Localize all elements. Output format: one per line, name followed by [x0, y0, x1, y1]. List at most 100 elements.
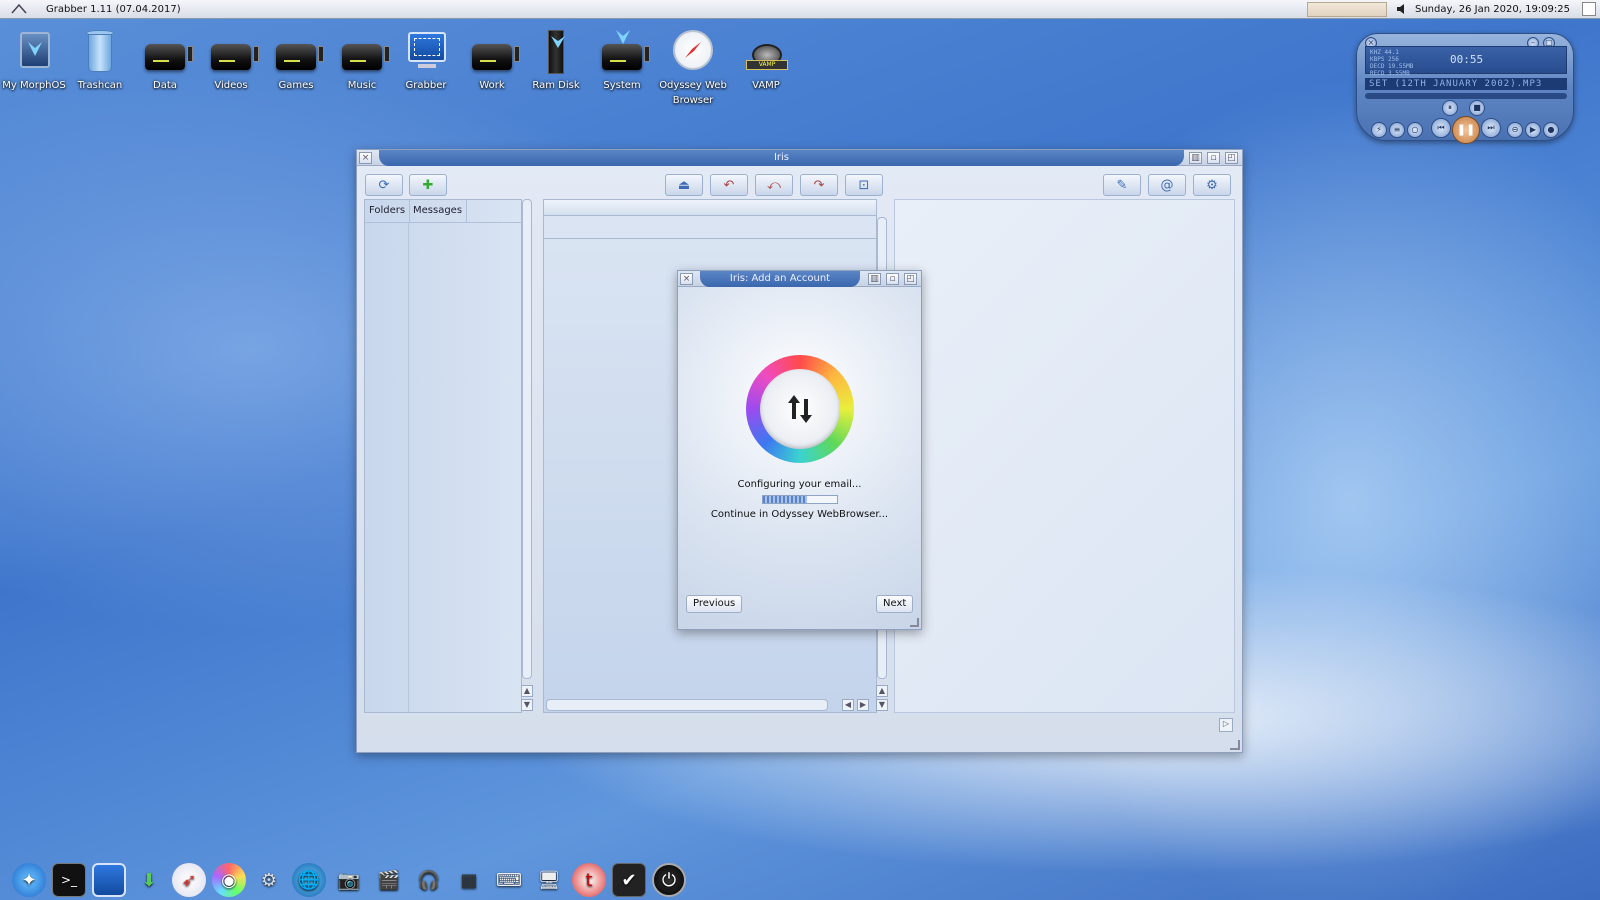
- scroll-down-icon[interactable]: ▼: [876, 699, 888, 711]
- drive-icon: [143, 30, 193, 74]
- next-track-icon[interactable]: ⏭: [1481, 118, 1501, 138]
- camera-icon[interactable]: 📷: [332, 863, 366, 897]
- desktop-icon-trashcan[interactable]: Trashcan: [66, 30, 134, 93]
- pause-icon[interactable]: ⏸: [1442, 100, 1458, 116]
- seek-bar[interactable]: [1365, 93, 1567, 99]
- desktop-icon-work[interactable]: Work: [458, 30, 526, 93]
- reply-icon: ↶: [723, 177, 735, 193]
- resize-grip-icon[interactable]: [1230, 740, 1240, 750]
- drive-icon: [274, 30, 324, 74]
- refresh-button[interactable]: ⟳: [365, 174, 403, 196]
- scroll-up-icon[interactable]: ▲: [521, 685, 533, 697]
- expand-icon[interactable]: ▷: [1219, 718, 1233, 732]
- compose-button[interactable]: ✎: [1103, 174, 1141, 196]
- globe-icon[interactable]: 🌐: [292, 863, 326, 897]
- tab-messages[interactable]: Messages: [409, 200, 468, 222]
- at-sign-icon: @: [1160, 177, 1174, 193]
- options-icon[interactable]: ○: [1407, 122, 1423, 138]
- close-window-icon[interactable]: ×: [680, 273, 693, 285]
- player-info-line: KBPS 256: [1370, 56, 1399, 63]
- next-button[interactable]: Next: [876, 595, 914, 613]
- clapper-icon[interactable]: 🎬: [372, 863, 406, 897]
- piano-icon[interactable]: ▦: [452, 863, 486, 897]
- check-icon[interactable]: ✔: [612, 863, 646, 897]
- desktop-icon-vamp[interactable]: VAMP VAMP: [732, 30, 800, 93]
- vamp-icon[interactable]: ⚙: [252, 863, 286, 897]
- scroll-down-icon[interactable]: ▼: [521, 699, 533, 711]
- reply-button[interactable]: ↶: [710, 174, 748, 196]
- desktop-icon-games[interactable]: Games: [262, 30, 330, 93]
- shell-icon[interactable]: >_: [52, 863, 86, 897]
- desktop-icon-label: Music: [347, 80, 377, 91]
- odyssey-icon[interactable]: ➶: [172, 863, 206, 897]
- power-icon[interactable]: ⏻: [652, 863, 686, 897]
- scroll-left-icon[interactable]: ◀: [842, 699, 854, 711]
- desktop-icon-my-morphos[interactable]: My MorphOS: [0, 30, 68, 93]
- forward-button[interactable]: ↷: [800, 174, 838, 196]
- iconify-icon[interactable]: ▥: [868, 273, 881, 285]
- reply-all-button[interactable]: ⤺: [755, 174, 793, 196]
- scroll-up-icon[interactable]: ▲: [876, 685, 888, 697]
- download-icon[interactable]: ⬇: [132, 863, 166, 897]
- shuffle-icon[interactable]: ▶: [1525, 122, 1541, 138]
- desktop-icon-label: Ram Disk: [532, 80, 580, 91]
- ambient-icon[interactable]: ✦: [12, 863, 46, 897]
- grabber-icon: [404, 30, 448, 74]
- depth-icon[interactable]: ◰: [904, 273, 917, 285]
- delete-button[interactable]: ⊡: [845, 174, 883, 196]
- folders-scrollbar[interactable]: [522, 199, 532, 679]
- dialog-title-bar[interactable]: × Iris: Add an Account ▥ ▫ ◰: [678, 271, 921, 287]
- repeat-icon[interactable]: ⊖: [1507, 122, 1523, 138]
- accounts-button[interactable]: @: [1148, 174, 1186, 196]
- scroll-right-icon[interactable]: ▶: [857, 699, 869, 711]
- screen-depth-icon[interactable]: [1582, 2, 1596, 16]
- desktop-icon-grabber[interactable]: Grabber: [392, 30, 460, 93]
- iconify-icon[interactable]: ▥: [1189, 152, 1202, 164]
- resize-grip-icon[interactable]: [910, 618, 919, 627]
- screen-icon[interactable]: [92, 863, 126, 897]
- desktop-icon-label: Grabber: [405, 80, 447, 91]
- speaker-icon[interactable]: [1395, 2, 1409, 16]
- monitor-icon[interactable]: 🖥: [532, 863, 566, 897]
- previous-button[interactable]: Previous: [686, 595, 743, 613]
- iris-title-bar[interactable]: × Iris ▥ ▫ ◰: [357, 150, 1242, 166]
- playlist-icon[interactable]: ≡: [1389, 122, 1405, 138]
- player-info-line: DECD 19.55MB: [1370, 63, 1414, 70]
- depth-icon[interactable]: ◰: [1225, 152, 1238, 164]
- eq-icon[interactable]: ⚡: [1371, 122, 1387, 138]
- dialog-title: Iris: Add an Account: [700, 271, 860, 287]
- desktop-icon-videos[interactable]: Videos: [197, 30, 265, 93]
- trash-icon: ⊡: [858, 177, 870, 193]
- desktop-icon-label: Trashcan: [77, 80, 123, 91]
- cd-icon[interactable]: ◉: [212, 863, 246, 897]
- screen-title: Grabber 1.11 (07.04.2017): [46, 3, 181, 15]
- tab-folders[interactable]: Folders: [365, 200, 411, 222]
- get-mail-button[interactable]: ⏏: [665, 174, 703, 196]
- morphos-menu-icon[interactable]: [0, 0, 38, 19]
- volume-icon[interactable]: ●: [1543, 122, 1559, 138]
- desktop-icon-ram-disk[interactable]: Ram Disk: [522, 30, 590, 93]
- desktop-icon-data[interactable]: Data: [131, 30, 199, 93]
- zoom-icon[interactable]: ▫: [1207, 152, 1220, 164]
- mp3-player-widget[interactable]: × – ▢ KHZ 44.1 KBPS 256 DECD 19.55MB REC…: [1356, 33, 1574, 144]
- settings-button[interactable]: ⚙: [1193, 174, 1231, 196]
- desktop-icon-music[interactable]: Music: [328, 30, 396, 93]
- previous-track-icon[interactable]: ⏮: [1431, 118, 1451, 138]
- keyboard-icon[interactable]: ⌨: [492, 863, 526, 897]
- headphones-icon[interactable]: 🎧: [412, 863, 446, 897]
- close-window-icon[interactable]: ×: [359, 152, 372, 164]
- add-account-dialog: × Iris: Add an Account ▥ ▫ ◰ Configuring…: [677, 270, 922, 630]
- play-pause-button[interactable]: ❚❚: [1452, 116, 1480, 144]
- desktop-icon-label: Games: [278, 80, 314, 91]
- desktop-icon-system[interactable]: System: [588, 30, 656, 93]
- messages-hscrollbar[interactable]: [546, 699, 828, 711]
- desktop-icon-label: Work: [479, 80, 505, 91]
- stop-icon[interactable]: ■: [1469, 100, 1485, 116]
- player-time: 00:55: [1450, 53, 1484, 66]
- status-text: Configuring your email...: [737, 479, 862, 490]
- desktop-icon-odyssey[interactable]: Odyssey Web Browser: [650, 30, 736, 108]
- zoom-icon[interactable]: ▫: [886, 273, 899, 285]
- message-list-header: [544, 200, 876, 216]
- twitter-icon[interactable]: t: [572, 863, 606, 897]
- new-folder-button[interactable]: ✚: [409, 174, 447, 196]
